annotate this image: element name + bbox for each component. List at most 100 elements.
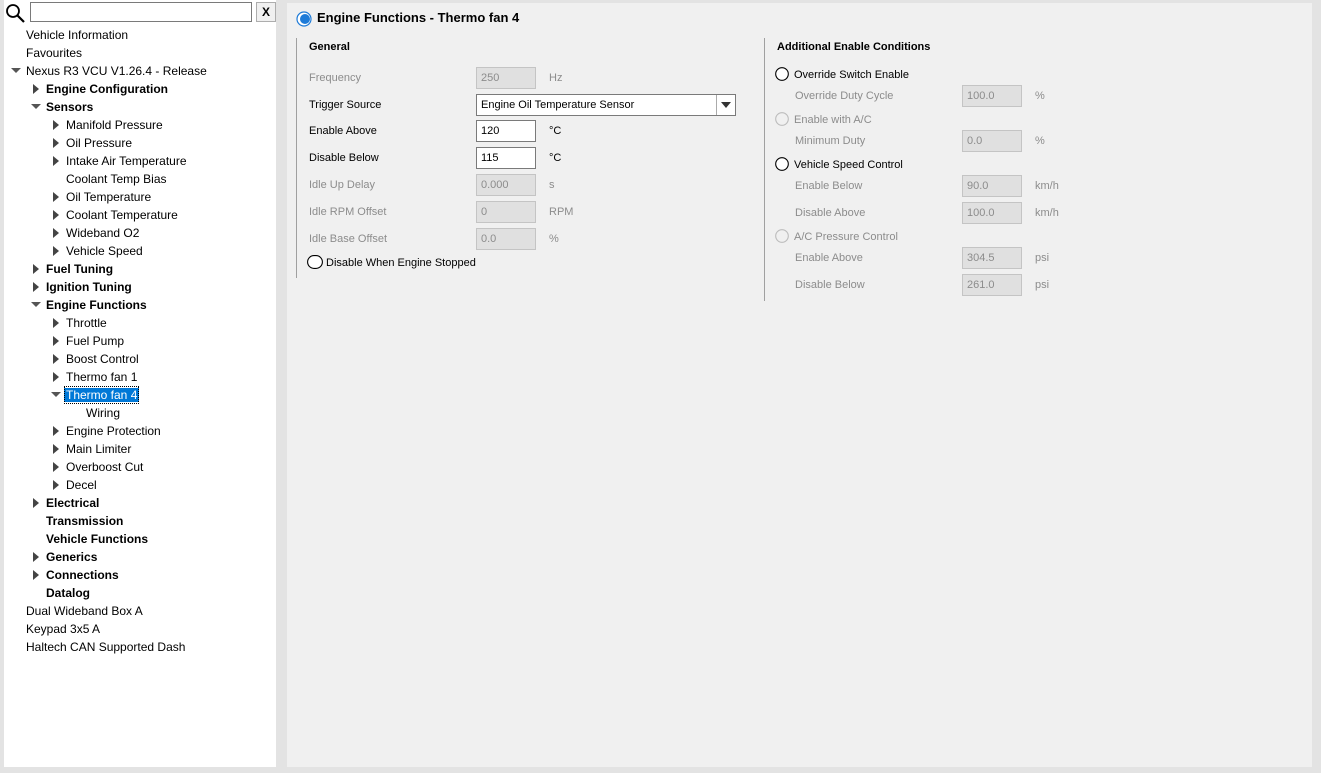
tree-item-sensors[interactable]: Sensors <box>31 98 95 116</box>
tree-item-transmission[interactable]: Transmission <box>44 512 125 530</box>
tree-item-label: Decel <box>66 478 97 492</box>
collapsed-arrow-icon[interactable] <box>30 278 42 296</box>
collapsed-arrow-icon[interactable] <box>50 206 62 224</box>
trigger-source-label: Trigger Source <box>309 99 382 111</box>
tree-item-oil-pressure[interactable]: Oil Pressure <box>53 134 134 152</box>
tree-item-label: Vehicle Functions <box>46 532 149 546</box>
collapsed-arrow-icon[interactable] <box>50 314 62 332</box>
collapsed-arrow-icon[interactable] <box>30 566 42 584</box>
expanded-arrow-icon[interactable] <box>50 386 62 404</box>
tree-item-overboost-cut[interactable]: Overboost Cut <box>53 458 145 476</box>
acp-disable-below-unit: psi <box>1035 279 1050 291</box>
tree-item-throttle[interactable]: Throttle <box>53 314 109 332</box>
tree-item-boost-control[interactable]: Boost Control <box>53 350 141 368</box>
frequency-label: Frequency <box>309 72 361 84</box>
collapsed-arrow-icon[interactable] <box>50 440 62 458</box>
enable-above-field[interactable] <box>476 120 536 142</box>
vehicle-speed-toggle[interactable] <box>775 157 789 171</box>
idle-up-delay-unit: s <box>549 179 555 191</box>
tree-item-label: Dual Wideband Box A <box>26 604 143 618</box>
collapsed-arrow-icon[interactable] <box>50 332 62 350</box>
ac-pressure-toggle[interactable] <box>775 229 789 243</box>
enable-ac-toggle[interactable] <box>775 112 789 126</box>
tree-item-engine-configuration[interactable]: Engine Configuration <box>33 80 170 98</box>
acp-enable-above-label: Enable Above <box>795 252 863 264</box>
tree-item-vehicle-speed[interactable]: Vehicle Speed <box>53 242 145 260</box>
navigation-pane: X Vehicle Information Favourites Nexus R3 … <box>4 0 276 767</box>
minimum-duty-unit: % <box>1035 135 1045 147</box>
tree-item-engine-functions[interactable]: Engine Functions <box>31 296 149 314</box>
collapsed-arrow-icon[interactable] <box>30 494 42 512</box>
tree-item-label: Connections <box>46 568 119 582</box>
clear-search-button[interactable]: X <box>256 2 276 22</box>
tree-item-electrical[interactable]: Electrical <box>33 494 101 512</box>
expanded-arrow-icon[interactable] <box>30 98 42 116</box>
collapsed-arrow-icon[interactable] <box>50 368 62 386</box>
enable-above-label: Enable Above <box>309 125 377 137</box>
tree-item-fuel-tuning[interactable]: Fuel Tuning <box>33 260 115 278</box>
tree-item-coolant-temp-bias[interactable]: Coolant Temp Bias <box>64 170 169 188</box>
collapsed-arrow-icon[interactable] <box>50 224 62 242</box>
tree-item-engine-protection[interactable]: Engine Protection <box>53 422 163 440</box>
collapsed-arrow-icon[interactable] <box>50 116 62 134</box>
tree-item-favourites[interactable]: Favourites <box>24 44 84 62</box>
tree-item-intake-air-temperature[interactable]: Intake Air Temperature <box>53 152 189 170</box>
tree-item-label: Coolant Temp Bias <box>66 172 167 186</box>
idle-up-delay-label: Idle Up Delay <box>309 179 376 191</box>
collapsed-arrow-icon[interactable] <box>50 134 62 152</box>
expanded-arrow-icon[interactable] <box>10 62 22 80</box>
tree-item-fuel-pump[interactable]: Fuel Pump <box>53 332 126 350</box>
collapsed-arrow-icon[interactable] <box>50 152 62 170</box>
collapsed-arrow-icon[interactable] <box>30 260 42 278</box>
search-input[interactable] <box>30 2 252 22</box>
tree-item-label: Datalog <box>46 586 91 600</box>
tree-item-thermo-fan-1[interactable]: Thermo fan 1 <box>53 368 139 386</box>
collapsed-arrow-icon[interactable] <box>50 188 62 206</box>
collapsed-arrow-icon[interactable] <box>50 350 62 368</box>
tree-item-wideband-o2[interactable]: Wideband O2 <box>53 224 141 242</box>
tree-item-oil-temperature[interactable]: Oil Temperature <box>53 188 153 206</box>
tree-item-keypad-3x5-a[interactable]: Keypad 3x5 A <box>24 620 102 638</box>
tree-item-label: Electrical <box>46 496 100 510</box>
disable-when-stopped-label: Disable When Engine Stopped <box>326 257 476 269</box>
tree-item-decel[interactable]: Decel <box>53 476 99 494</box>
collapsed-arrow-icon[interactable] <box>50 242 62 260</box>
general-group-title: General <box>309 41 350 53</box>
trigger-source-select[interactable]: Engine Oil Temperature Sensor <box>476 94 736 116</box>
tree-item-label: Generics <box>46 550 98 564</box>
override-switch-toggle[interactable] <box>775 67 789 81</box>
tree-item-label: Transmission <box>46 514 124 528</box>
tree-item-datalog[interactable]: Datalog <box>44 584 92 602</box>
collapsed-arrow-icon[interactable] <box>50 458 62 476</box>
chevron-down-icon[interactable] <box>716 95 735 115</box>
tree-item-label: Engine Protection <box>66 424 161 438</box>
tree-item-dual-wideband-box-a[interactable]: Dual Wideband Box A <box>24 602 145 620</box>
tree-item-generics[interactable]: Generics <box>33 548 99 566</box>
tree-item-connections[interactable]: Connections <box>33 566 121 584</box>
vs-disable-above-label: Disable Above <box>795 207 866 219</box>
tree-item-main-limiter[interactable]: Main Limiter <box>53 440 133 458</box>
idle-rpm-offset-field: 0 <box>476 201 536 223</box>
tree-item-thermo-fan-4[interactable]: Thermo fan 4 <box>51 386 140 404</box>
tree-item-coolant-temperature[interactable]: Coolant Temperature <box>53 206 180 224</box>
collapsed-arrow-icon[interactable] <box>30 80 42 98</box>
tree-item-label: Overboost Cut <box>66 460 144 474</box>
page-enable-toggle[interactable] <box>296 11 312 27</box>
tree-item-wiring[interactable]: Wiring <box>84 404 122 422</box>
override-duty-field: 100.0 <box>962 85 1022 107</box>
tree-item-nexus-r3-vcu-v1-26-4-release[interactable]: Nexus R3 VCU V1.26.4 - Release <box>11 62 209 80</box>
tree-item-label: Oil Pressure <box>66 136 133 150</box>
tree-item-vehicle-functions[interactable]: Vehicle Functions <box>44 530 150 548</box>
collapsed-arrow-icon[interactable] <box>50 476 62 494</box>
minimum-duty-label: Minimum Duty <box>795 135 866 147</box>
tree-item-manifold-pressure[interactable]: Manifold Pressure <box>53 116 165 134</box>
trigger-source-value: Engine Oil Temperature Sensor <box>481 99 635 111</box>
collapsed-arrow-icon[interactable] <box>30 548 42 566</box>
disable-below-field[interactable] <box>476 147 536 169</box>
tree-item-vehicle-information[interactable]: Vehicle Information <box>24 26 130 44</box>
disable-when-stopped-toggle[interactable] <box>307 255 323 269</box>
tree-item-haltech-can-supported-dash[interactable]: Haltech CAN Supported Dash <box>24 638 187 656</box>
tree-item-ignition-tuning[interactable]: Ignition Tuning <box>33 278 134 296</box>
expanded-arrow-icon[interactable] <box>30 296 42 314</box>
collapsed-arrow-icon[interactable] <box>50 422 62 440</box>
